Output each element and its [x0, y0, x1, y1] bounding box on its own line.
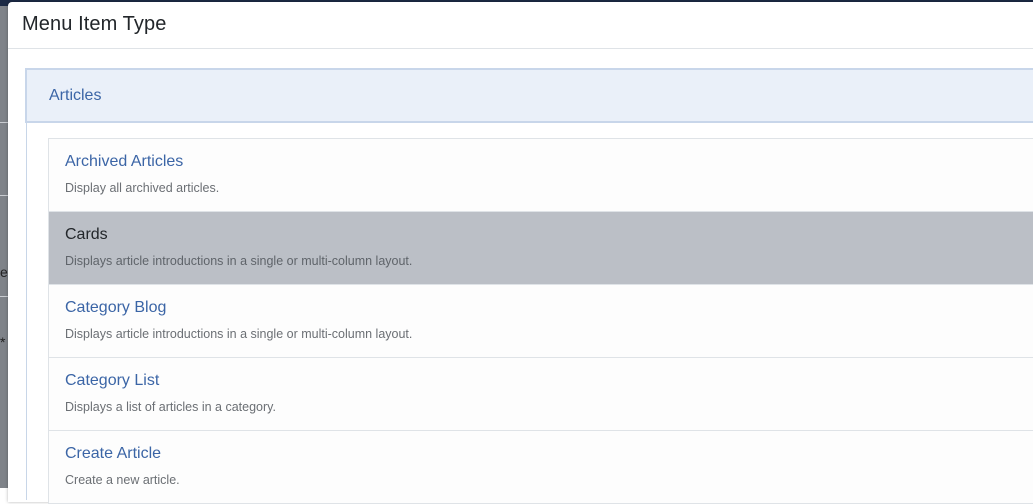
list-item-archived-articles[interactable]: Archived Articles Display all archived a…	[49, 139, 1033, 212]
accordion-title: Articles	[49, 87, 102, 104]
background-divider	[0, 122, 8, 123]
accordion-header-articles[interactable]: Articles	[25, 68, 1033, 123]
background-required-marker: *	[0, 334, 6, 350]
list-item-create-article[interactable]: Create Article Create a new article.	[49, 431, 1033, 504]
item-description: Displays article introductions in a sing…	[65, 254, 413, 268]
item-title[interactable]: Archived Articles	[65, 153, 183, 171]
item-title[interactable]: Category Blog	[65, 299, 166, 317]
background-divider	[0, 195, 8, 196]
item-title[interactable]: Category List	[65, 372, 159, 390]
background-divider	[0, 296, 8, 297]
item-title[interactable]: Cards	[65, 226, 108, 244]
list-item-category-list[interactable]: Category List Displays a list of article…	[49, 358, 1033, 431]
item-title[interactable]: Create Article	[65, 445, 161, 463]
menu-item-type-list: Archived Articles Display all archived a…	[48, 138, 1033, 504]
item-description: Create a new article.	[65, 473, 180, 487]
list-item-cards[interactable]: Cards Displays article introductions in …	[49, 212, 1033, 285]
item-description: Display all archived articles.	[65, 181, 220, 195]
list-item-category-blog[interactable]: Category Blog Displays article introduct…	[49, 285, 1033, 358]
menu-item-type-modal: Menu Item Type Articles Archived Article…	[8, 2, 1033, 504]
item-description: Displays article introductions in a sing…	[65, 327, 413, 341]
modal-title: Menu Item Type	[22, 13, 167, 35]
background-text-fragment: e	[0, 264, 8, 280]
item-description: Displays a list of articles in a categor…	[65, 400, 276, 414]
modal-header: Menu Item Type	[8, 2, 1033, 49]
